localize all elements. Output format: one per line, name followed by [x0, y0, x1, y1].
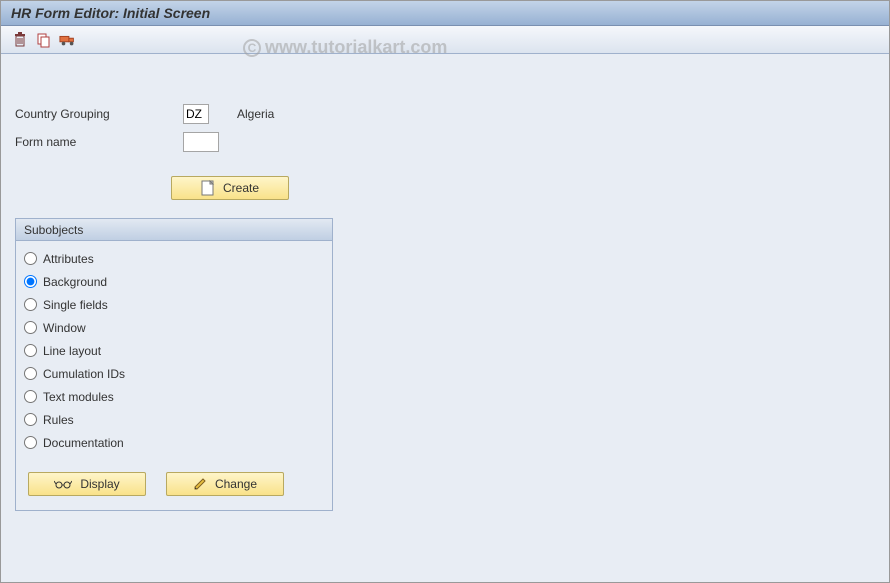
subobject-option[interactable]: Single fields	[24, 293, 324, 316]
subobject-radio[interactable]	[24, 344, 37, 357]
subobject-radio[interactable]	[24, 367, 37, 380]
form-name-row: Form name	[15, 130, 889, 154]
subobject-option[interactable]: Window	[24, 316, 324, 339]
subobject-label[interactable]: Attributes	[43, 252, 94, 266]
subobject-radio[interactable]	[24, 298, 37, 311]
content-area: Country Grouping Algeria Form name Creat…	[1, 54, 889, 511]
create-button[interactable]: Create	[171, 176, 289, 200]
create-icon	[201, 180, 215, 196]
subobject-radio[interactable]	[24, 390, 37, 403]
create-button-label: Create	[223, 181, 259, 195]
subobject-label[interactable]: Window	[43, 321, 86, 335]
transport-icon[interactable]	[59, 31, 77, 49]
subobjects-header: Subobjects	[16, 219, 332, 241]
title-bar: HR Form Editor: Initial Screen	[1, 1, 889, 26]
glasses-icon	[54, 479, 72, 489]
subobject-label[interactable]: Text modules	[43, 390, 114, 404]
subobject-option[interactable]: Attributes	[24, 247, 324, 270]
form-name-label: Form name	[15, 135, 183, 149]
subobject-label[interactable]: Documentation	[43, 436, 124, 450]
subobject-radio[interactable]	[24, 413, 37, 426]
subobject-label[interactable]: Single fields	[43, 298, 108, 312]
display-button-label: Display	[80, 477, 119, 491]
toolbar	[1, 26, 889, 54]
change-button-label: Change	[215, 477, 257, 491]
country-grouping-label: Country Grouping	[15, 107, 183, 121]
subobject-option[interactable]: Rules	[24, 408, 324, 431]
country-grouping-text: Algeria	[237, 107, 274, 121]
subobject-label[interactable]: Cumulation IDs	[43, 367, 125, 381]
country-grouping-row: Country Grouping Algeria	[15, 102, 889, 126]
subobject-label[interactable]: Background	[43, 275, 107, 289]
subobject-radio[interactable]	[24, 252, 37, 265]
display-button[interactable]: Display	[28, 472, 146, 496]
page-title: HR Form Editor: Initial Screen	[11, 5, 210, 21]
subobject-option[interactable]: Cumulation IDs	[24, 362, 324, 385]
subobject-radio[interactable]	[24, 275, 37, 288]
subobject-radio[interactable]	[24, 321, 37, 334]
subobjects-panel: Subobjects Attributes Background Single fi…	[15, 218, 333, 511]
country-grouping-input[interactable]	[184, 105, 208, 123]
subobject-label[interactable]: Rules	[43, 413, 74, 427]
subobject-option[interactable]: Documentation	[24, 431, 324, 454]
subobject-option[interactable]: Background	[24, 270, 324, 293]
form-name-input[interactable]	[184, 133, 218, 151]
copy-icon[interactable]	[35, 31, 53, 49]
subobjects-body: Attributes Background Single fields Window L…	[16, 241, 332, 510]
subobject-label[interactable]: Line layout	[43, 344, 101, 358]
delete-icon[interactable]	[11, 31, 29, 49]
change-button[interactable]: Change	[166, 472, 284, 496]
subobject-radio[interactable]	[24, 436, 37, 449]
subobject-option[interactable]: Line layout	[24, 339, 324, 362]
subobject-option[interactable]: Text modules	[24, 385, 324, 408]
pencil-icon	[193, 477, 207, 491]
